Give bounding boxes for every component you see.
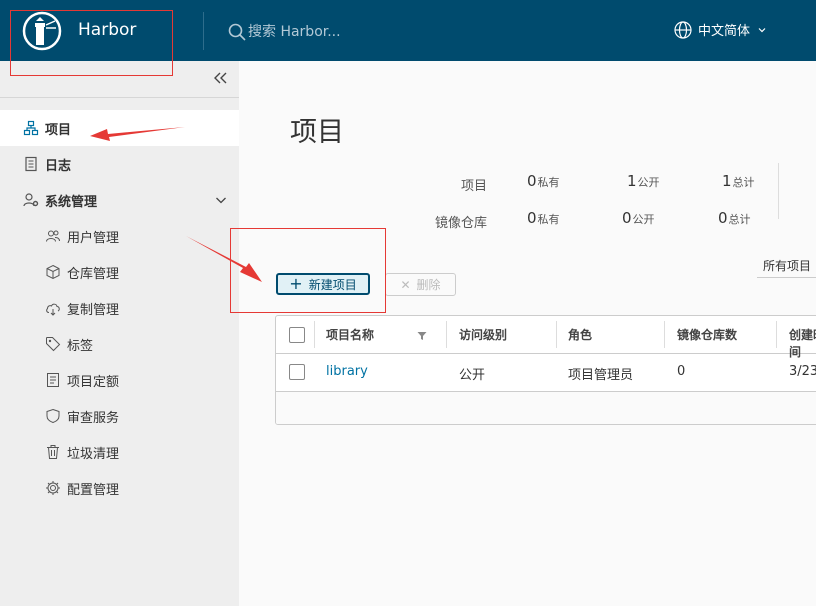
stat-value: 0	[622, 209, 632, 227]
page-title: 项目	[290, 117, 344, 148]
stat-value: 0	[718, 209, 728, 227]
globe-icon	[674, 20, 692, 39]
stat-value: 1	[627, 172, 637, 190]
stat-unit: 公开	[637, 176, 660, 189]
stat-unit: 总计	[728, 213, 751, 226]
quota-icon	[47, 373, 59, 387]
registry-icon	[46, 264, 60, 280]
search-input[interactable]	[248, 21, 418, 43]
project-icon	[23, 120, 39, 136]
trash-icon	[47, 445, 59, 459]
log-icon	[25, 156, 37, 172]
new-project-label: 新建项目	[308, 277, 357, 292]
new-project-button[interactable]: + 新建项目	[276, 273, 370, 295]
stat-repos-public: 0公开	[622, 209, 655, 227]
chevron-down-icon	[758, 27, 766, 32]
sidebar-item-logs[interactable]: 日志	[0, 146, 239, 182]
sidebar-item-label: 标签	[67, 338, 94, 354]
stat-unit: 公开	[632, 213, 655, 226]
replication-icon	[46, 303, 60, 316]
admin-icon	[23, 193, 39, 207]
language-selector[interactable]: 中文简体	[674, 20, 767, 39]
column-separator	[776, 321, 777, 348]
annotation-box-new-project	[230, 228, 386, 313]
column-separator	[556, 321, 557, 348]
stat-projects-public: 1公开	[627, 172, 660, 190]
column-separator	[314, 321, 315, 348]
table-header: 项目名称 访问级别 角色 镜像仓库数 创建时间	[276, 316, 816, 359]
filter-icon[interactable]	[417, 331, 427, 341]
delete-label: 删除	[416, 278, 441, 292]
table-footer	[276, 392, 816, 424]
column-header-role[interactable]: 角色	[568, 326, 592, 343]
project-access-cell: 公开	[459, 368, 486, 383]
gear-icon	[46, 481, 60, 495]
sidebar-item-quotas[interactable]: 项目定额	[0, 362, 239, 398]
row-checkbox[interactable]	[289, 364, 305, 380]
header-divider	[203, 12, 204, 50]
sidebar-item-label: 复制管理	[67, 302, 120, 318]
collapse-sidebar-icon[interactable]	[211, 69, 229, 87]
column-header-repo-count[interactable]: 镜像仓库数	[677, 326, 737, 343]
close-icon: ✕	[400, 277, 411, 292]
sidebar-item-registries[interactable]: 仓库管理	[0, 254, 239, 290]
column-separator	[446, 321, 447, 348]
project-role-cell: 项目管理员	[568, 368, 634, 383]
sidebar-item-projects[interactable]: 项目	[0, 110, 239, 146]
sidebar-item-label: 审查服务	[67, 410, 120, 426]
column-header-access[interactable]: 访问级别	[459, 326, 507, 343]
column-header-name[interactable]: 项目名称	[326, 326, 374, 343]
stat-projects-total: 1总计	[722, 172, 755, 190]
stat-projects-label: 项目	[460, 179, 487, 194]
stat-projects-private: 0私有	[527, 172, 560, 190]
stat-value: 1	[722, 172, 732, 190]
sidebar-item-label: 项目	[45, 122, 72, 138]
stats-divider	[778, 163, 779, 219]
sidebar-item-gc[interactable]: 垃圾清理	[0, 434, 239, 470]
projects-table: 项目名称 访问级别 角色 镜像仓库数 创建时间 library 公开 项目管理员…	[275, 315, 816, 425]
delete-button[interactable]: ✕ 删除	[385, 273, 456, 296]
global-search[interactable]	[228, 21, 428, 43]
sidebar-item-label: 日志	[45, 158, 72, 174]
search-icon	[228, 23, 246, 41]
chevron-down-icon	[216, 197, 226, 204]
sidebar-item-replication[interactable]: 复制管理	[0, 290, 239, 326]
sidebar-item-label: 配置管理	[67, 482, 120, 498]
column-separator	[664, 321, 665, 348]
sidebar-item-scanners[interactable]: 审查服务	[0, 398, 239, 434]
harbor-logo-icon[interactable]	[22, 11, 62, 51]
stat-value: 0	[527, 209, 537, 227]
stat-repos-private: 0私有	[527, 209, 560, 227]
tag-icon	[46, 337, 61, 352]
project-created-cell: 3/23	[789, 364, 816, 379]
sidebar-item-configuration[interactable]: 配置管理	[0, 470, 239, 506]
app-title[interactable]: Harbor	[78, 20, 136, 40]
stat-unit: 私有	[537, 176, 560, 189]
language-label: 中文简体	[698, 24, 751, 39]
stat-unit: 总计	[732, 176, 755, 189]
sidebar-item-label: 系统管理	[45, 194, 98, 210]
stat-unit: 私有	[537, 213, 560, 226]
sidebar-item-label: 项目定额	[67, 374, 120, 390]
sidebar-item-label: 用户管理	[67, 230, 120, 246]
sidebar-item-label: 垃圾清理	[67, 446, 120, 462]
stat-repos-total: 0总计	[718, 209, 751, 227]
users-icon	[46, 230, 60, 242]
sidebar-item-label: 仓库管理	[67, 266, 120, 282]
top-header: Harbor 中文简体	[0, 0, 816, 61]
sidebar-divider	[0, 97, 239, 98]
sidebar-item-labels[interactable]: 标签	[0, 326, 239, 362]
sidebar: 项目 日志 系统管理 用户管理 仓库管理 复制管理 标签 项目定额 审查服务 垃…	[0, 61, 239, 606]
sidebar-item-admin[interactable]: 系统管理	[0, 182, 239, 218]
sidebar-item-users[interactable]: 用户管理	[0, 218, 239, 254]
table-row: library 公开 项目管理员 0 3/23	[276, 353, 816, 392]
stat-value: 0	[527, 172, 537, 190]
shield-icon	[46, 408, 60, 424]
project-filter-select[interactable]: 所有项目	[757, 256, 816, 278]
stat-repos-label: 镜像仓库	[434, 216, 487, 231]
select-all-checkbox[interactable]	[289, 327, 305, 343]
plus-icon: +	[289, 274, 303, 293]
project-name-link[interactable]: library	[326, 364, 368, 379]
project-repo-count-cell: 0	[677, 364, 686, 379]
